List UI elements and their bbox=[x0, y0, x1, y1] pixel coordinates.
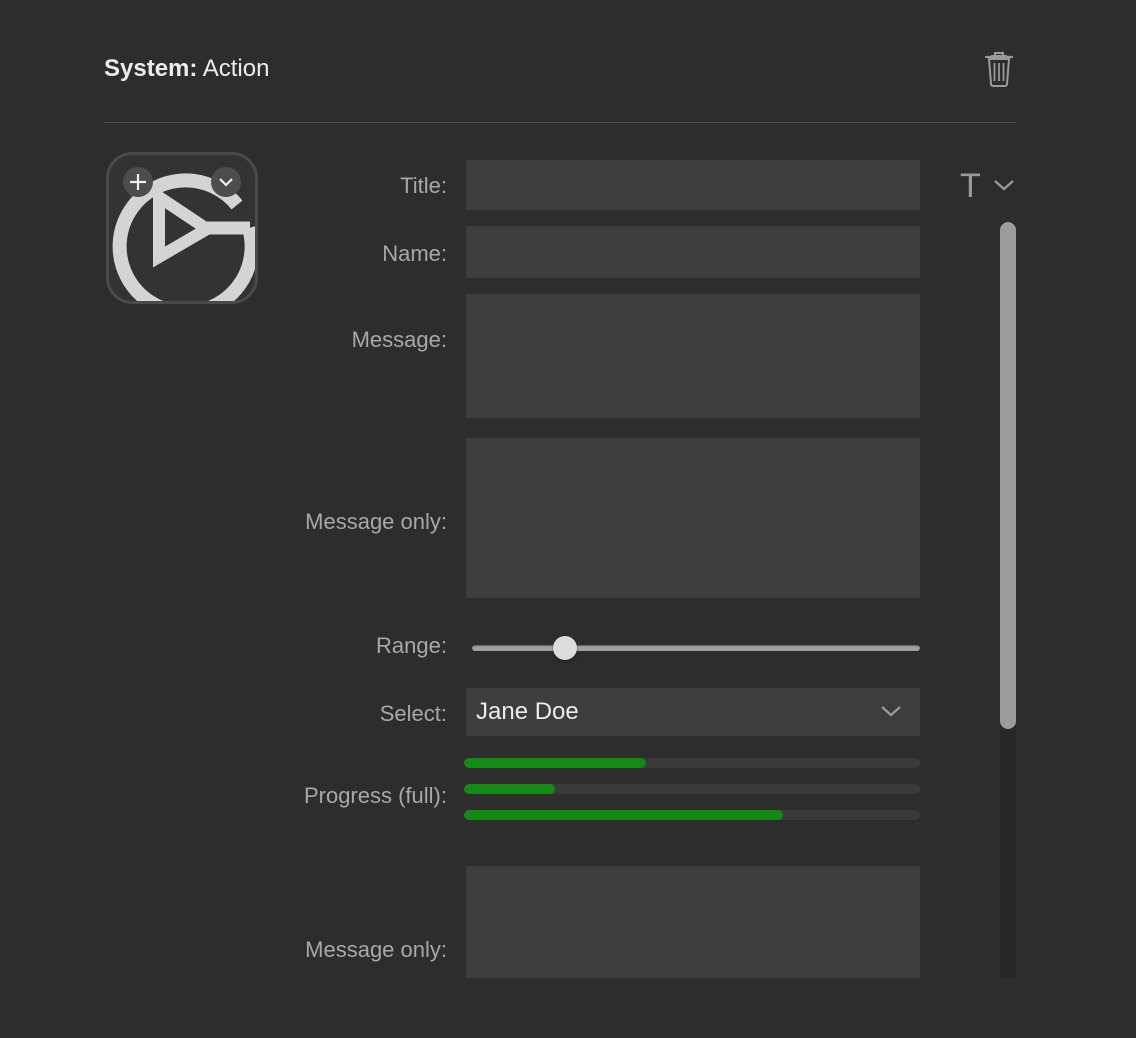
title-prefix: System: bbox=[104, 55, 198, 82]
range-slider[interactable] bbox=[472, 630, 920, 666]
chevron-down-icon bbox=[994, 180, 1014, 191]
select-dropdown[interactable]: Jane Doe bbox=[466, 688, 920, 736]
progress-bar bbox=[464, 810, 920, 820]
title-field[interactable] bbox=[466, 160, 920, 210]
chevron-down-icon bbox=[881, 706, 901, 717]
plus-icon bbox=[130, 174, 146, 190]
progress-fill bbox=[464, 784, 556, 794]
add-badge[interactable] bbox=[123, 167, 153, 197]
scrollbar-thumb[interactable] bbox=[1000, 222, 1016, 729]
text-type-toggle[interactable]: T bbox=[956, 166, 1020, 206]
slider-knob[interactable] bbox=[552, 636, 577, 660]
menu-badge[interactable] bbox=[211, 167, 241, 197]
range-label: Range: bbox=[376, 633, 447, 658]
message-only-label-2: Message only: bbox=[305, 937, 447, 962]
name-field[interactable] bbox=[466, 226, 920, 278]
message-only-label: Message only: bbox=[305, 509, 447, 534]
progress-bar bbox=[464, 784, 920, 794]
progress-label: Progress (full): bbox=[303, 783, 447, 808]
message-only-field-2[interactable] bbox=[466, 866, 920, 978]
title-label: Title: bbox=[400, 173, 447, 198]
text-type-icon: T bbox=[960, 167, 981, 205]
slider-track bbox=[472, 645, 920, 651]
message-field[interactable] bbox=[466, 294, 920, 418]
page-title: System: Action bbox=[104, 53, 269, 85]
title-text: Action bbox=[202, 55, 270, 82]
action-icon-button[interactable] bbox=[106, 152, 258, 304]
header-divider bbox=[104, 122, 1016, 123]
select-label: Select: bbox=[379, 701, 447, 726]
progress-bar bbox=[464, 758, 920, 768]
chevron-down-icon bbox=[219, 178, 233, 187]
message-label: Message: bbox=[351, 327, 447, 352]
progress-fill bbox=[464, 810, 784, 820]
select-value: Jane Doe bbox=[476, 698, 579, 725]
message-only-field[interactable] bbox=[466, 438, 920, 598]
trash-icon[interactable] bbox=[981, 50, 1017, 88]
name-label: Name: bbox=[382, 241, 447, 266]
progress-fill bbox=[464, 758, 647, 768]
